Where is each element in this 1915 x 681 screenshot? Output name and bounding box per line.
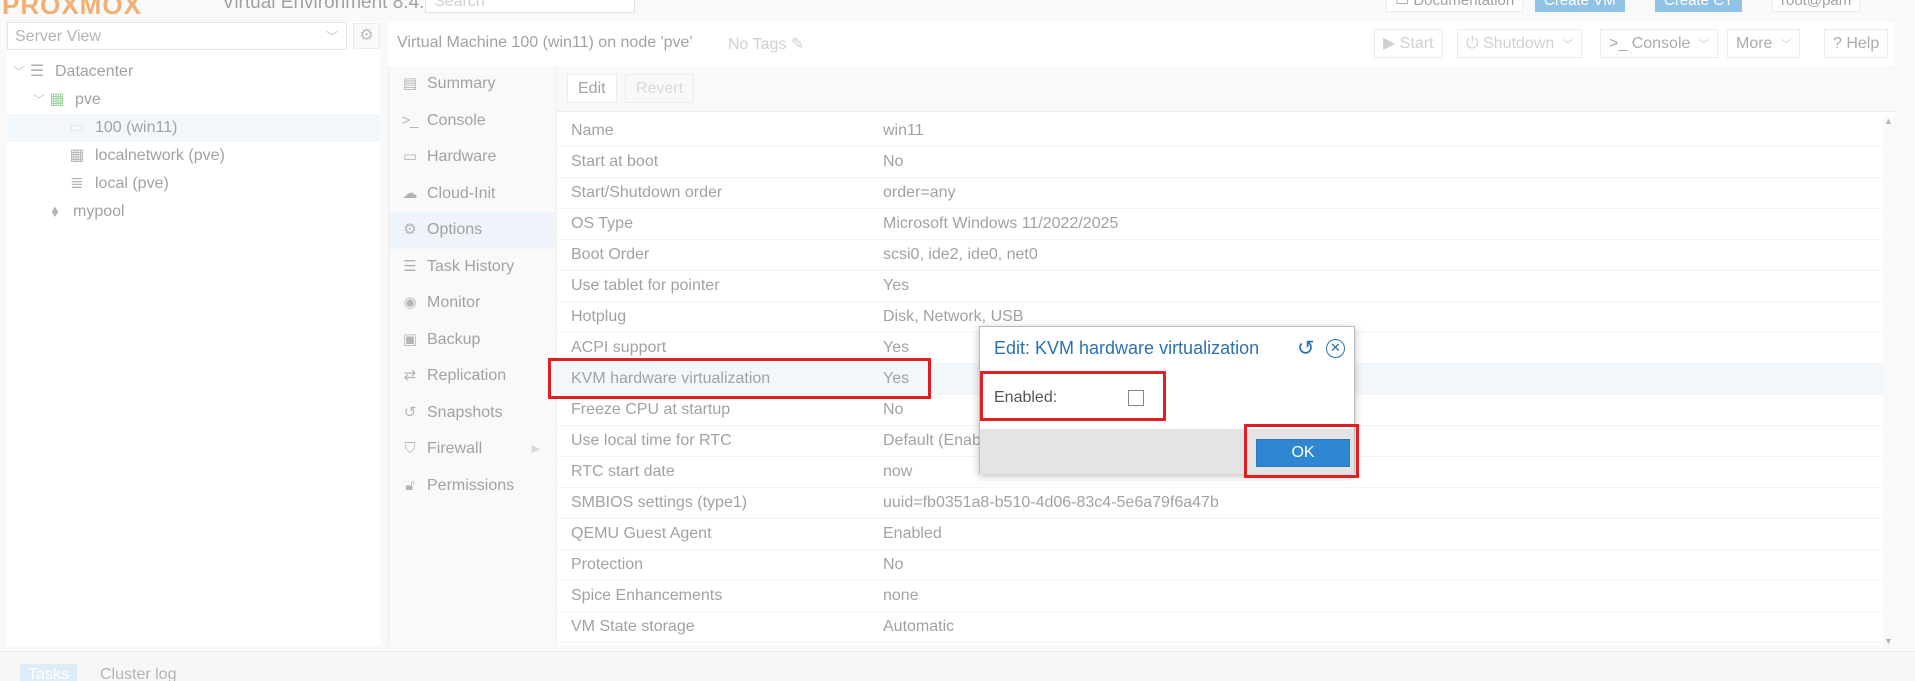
highlight-ok-button bbox=[1244, 424, 1359, 478]
dialog-title: Edit: KVM hardware virtualization bbox=[994, 338, 1260, 358]
close-icon[interactable]: ✕ bbox=[1326, 339, 1345, 358]
reset-icon[interactable]: ↺ bbox=[1297, 336, 1315, 361]
highlight-kvm-row bbox=[548, 358, 931, 399]
modal-overlay bbox=[0, 0, 1915, 681]
highlight-enabled-field bbox=[980, 371, 1166, 421]
